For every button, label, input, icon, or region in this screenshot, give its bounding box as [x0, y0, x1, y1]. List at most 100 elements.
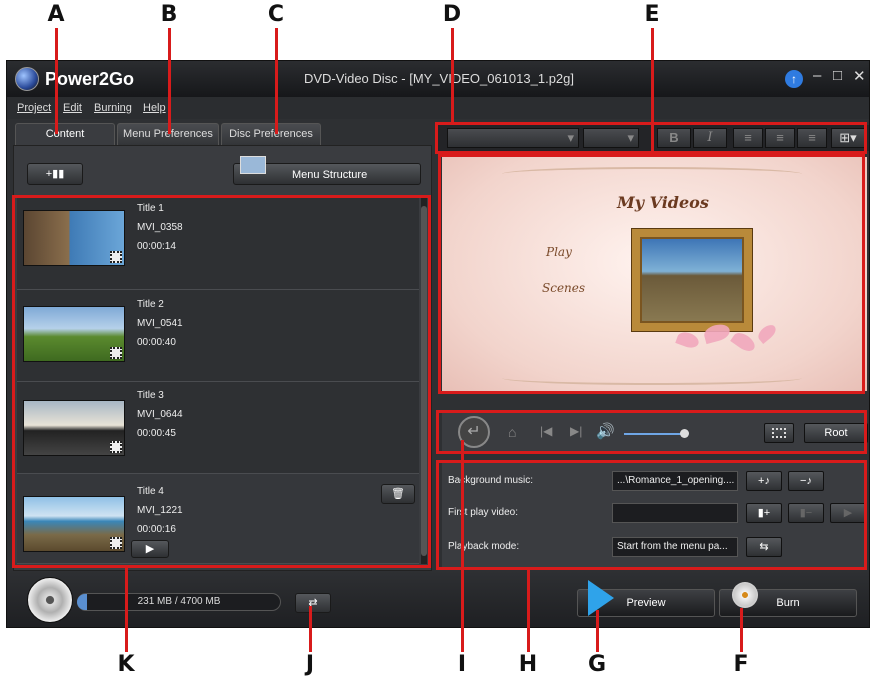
tab-disc-preferences[interactable]: Disc Preferences — [221, 123, 321, 145]
italic-button[interactable]: I — [693, 128, 727, 148]
callout-line-h — [527, 570, 530, 652]
update-icon[interactable]: ↑ — [785, 70, 803, 88]
font-dropdown[interactable]: ▾ — [447, 128, 579, 148]
layout-button[interactable]: ⊞▾ — [831, 128, 865, 148]
film-icon — [110, 441, 122, 453]
delete-title-button[interactable]: 🗑 — [381, 484, 415, 504]
callout-k: K — [117, 652, 135, 677]
title-file: MVI_0541 — [137, 318, 183, 329]
align-left-button[interactable]: ≡ — [733, 128, 763, 148]
previous-icon[interactable]: |◀ — [540, 424, 552, 438]
playback-mode-field[interactable]: Start from the menu pa... — [612, 537, 738, 557]
add-first-play-button[interactable]: ▮+ — [746, 503, 782, 523]
bold-button[interactable]: B — [657, 128, 691, 148]
preview-play-icon — [588, 580, 614, 616]
callout-e: E — [644, 2, 660, 27]
playback-mode-button[interactable]: ⇆ — [746, 537, 782, 557]
callout-b: B — [160, 2, 178, 27]
chevron-down-icon: ▾ — [567, 130, 574, 145]
menu-help[interactable]: Help — [143, 102, 166, 114]
minimize-button[interactable]: – — [813, 67, 821, 84]
remove-music-button[interactable]: −♪ — [788, 471, 824, 491]
callout-a: A — [47, 2, 65, 27]
title-name: Title 1 — [137, 203, 164, 214]
close-button[interactable]: ✕ — [853, 67, 866, 85]
menu-burning[interactable]: Burning — [94, 102, 132, 114]
ornament — [502, 371, 802, 385]
list-item[interactable]: Title 1 MVI_0358 00:00:14 — [17, 198, 419, 290]
playback-controls: ↵ ⌂ |◀ ▶| 🔊 Root — [442, 413, 868, 453]
film-icon — [110, 347, 122, 359]
petal — [675, 329, 701, 351]
title-list-scrollbar[interactable] — [421, 198, 427, 564]
align-right-button[interactable]: ≡ — [797, 128, 827, 148]
callout-i: I — [457, 652, 467, 677]
menu-structure-button[interactable]: Menu Structure — [233, 156, 421, 185]
menu-edit[interactable]: Edit — [63, 102, 82, 114]
remove-video-icon: ▮− — [799, 507, 813, 519]
align-center-icon: ≡ — [776, 130, 784, 145]
burn-disc-icon — [732, 582, 758, 608]
add-music-button[interactable]: +♪ — [746, 471, 782, 491]
align-right-icon: ≡ — [808, 130, 816, 145]
remove-first-play-button[interactable]: ▮− — [788, 503, 824, 523]
play-icon: ▶ — [145, 543, 155, 555]
callout-line-b — [168, 28, 171, 134]
list-item[interactable]: Title 3 MVI_0644 00:00:45 — [17, 382, 419, 474]
title-file: MVI_0644 — [137, 409, 183, 420]
disc-size-button[interactable]: ⇄ — [295, 593, 331, 613]
safe-zone-icon — [772, 428, 786, 438]
volume-icon[interactable]: 🔊 — [596, 422, 615, 440]
window-title: DVD-Video Disc - [MY_VIDEO_061013_1.p2g] — [303, 71, 574, 86]
preview-menu-item-play[interactable]: Play — [546, 245, 572, 259]
film-icon: ▮▮ — [52, 168, 65, 180]
scrollbar-thumb[interactable] — [421, 206, 427, 556]
callout-line-j — [309, 606, 312, 652]
layout-grid-icon: ⊞▾ — [839, 130, 857, 145]
list-item-selected[interactable]: Title 4 MVI_1221 00:00:16 ▶ 🗑 — [17, 474, 419, 564]
title-bar: Power2Go DVD-Video Disc - [MY_VIDEO_0610… — [7, 61, 869, 97]
capacity-fill — [77, 594, 87, 610]
title-name: Title 3 — [137, 390, 164, 401]
play-title-button[interactable]: ▶ — [131, 540, 169, 558]
petal — [755, 321, 779, 345]
playback-mode-label: Playback mode: — [448, 541, 520, 552]
callout-line-c — [275, 28, 278, 134]
volume-slider[interactable] — [624, 429, 689, 438]
volume-slider-knob[interactable] — [680, 429, 689, 438]
callout-g: G — [587, 652, 607, 677]
callout-line-i — [461, 440, 464, 652]
background-music-field[interactable]: ...\Romance_1_opening.... — [612, 471, 738, 491]
add-video-button[interactable]: +▮▮ — [27, 163, 83, 185]
font-size-dropdown[interactable]: ▾ — [583, 128, 639, 148]
video-thumbnail — [23, 496, 125, 552]
playback-mode-icon: ⇆ — [759, 541, 769, 553]
video-thumbnail — [23, 210, 125, 266]
callout-c: C — [267, 2, 285, 27]
menu-bar: Project Edit Burning Help — [7, 97, 869, 119]
maximize-button[interactable]: □ — [833, 67, 842, 84]
align-center-button[interactable]: ≡ — [765, 128, 795, 148]
play-first-play-button[interactable]: ▶ — [830, 503, 866, 523]
video-thumbnail — [23, 306, 125, 362]
title-file: MVI_0358 — [137, 222, 183, 233]
disc-icon — [27, 577, 73, 623]
safe-zone-button[interactable] — [764, 423, 794, 443]
petal — [730, 329, 758, 355]
callout-d: D — [442, 2, 462, 27]
burn-label: Burn — [776, 597, 800, 609]
tab-content[interactable]: Content — [15, 123, 115, 145]
home-icon[interactable]: ⌂ — [508, 424, 516, 440]
callout-line-f — [740, 608, 743, 652]
callout-line-e — [651, 28, 654, 154]
menu-project[interactable]: Project — [17, 102, 51, 114]
menu-structure-label: Menu Structure — [292, 169, 368, 181]
remove-music-icon: −♪ — [800, 475, 812, 487]
root-button[interactable]: Root — [804, 423, 868, 443]
next-icon[interactable]: ▶| — [570, 424, 582, 438]
list-item[interactable]: Title 2 MVI_0541 00:00:40 — [17, 290, 419, 382]
add-video-icon: ▮+ — [757, 507, 771, 519]
menu-preview: My Videos Play Scenes — [442, 157, 867, 391]
first-play-video-field[interactable] — [612, 503, 738, 523]
preview-menu-item-scenes[interactable]: Scenes — [542, 281, 585, 295]
